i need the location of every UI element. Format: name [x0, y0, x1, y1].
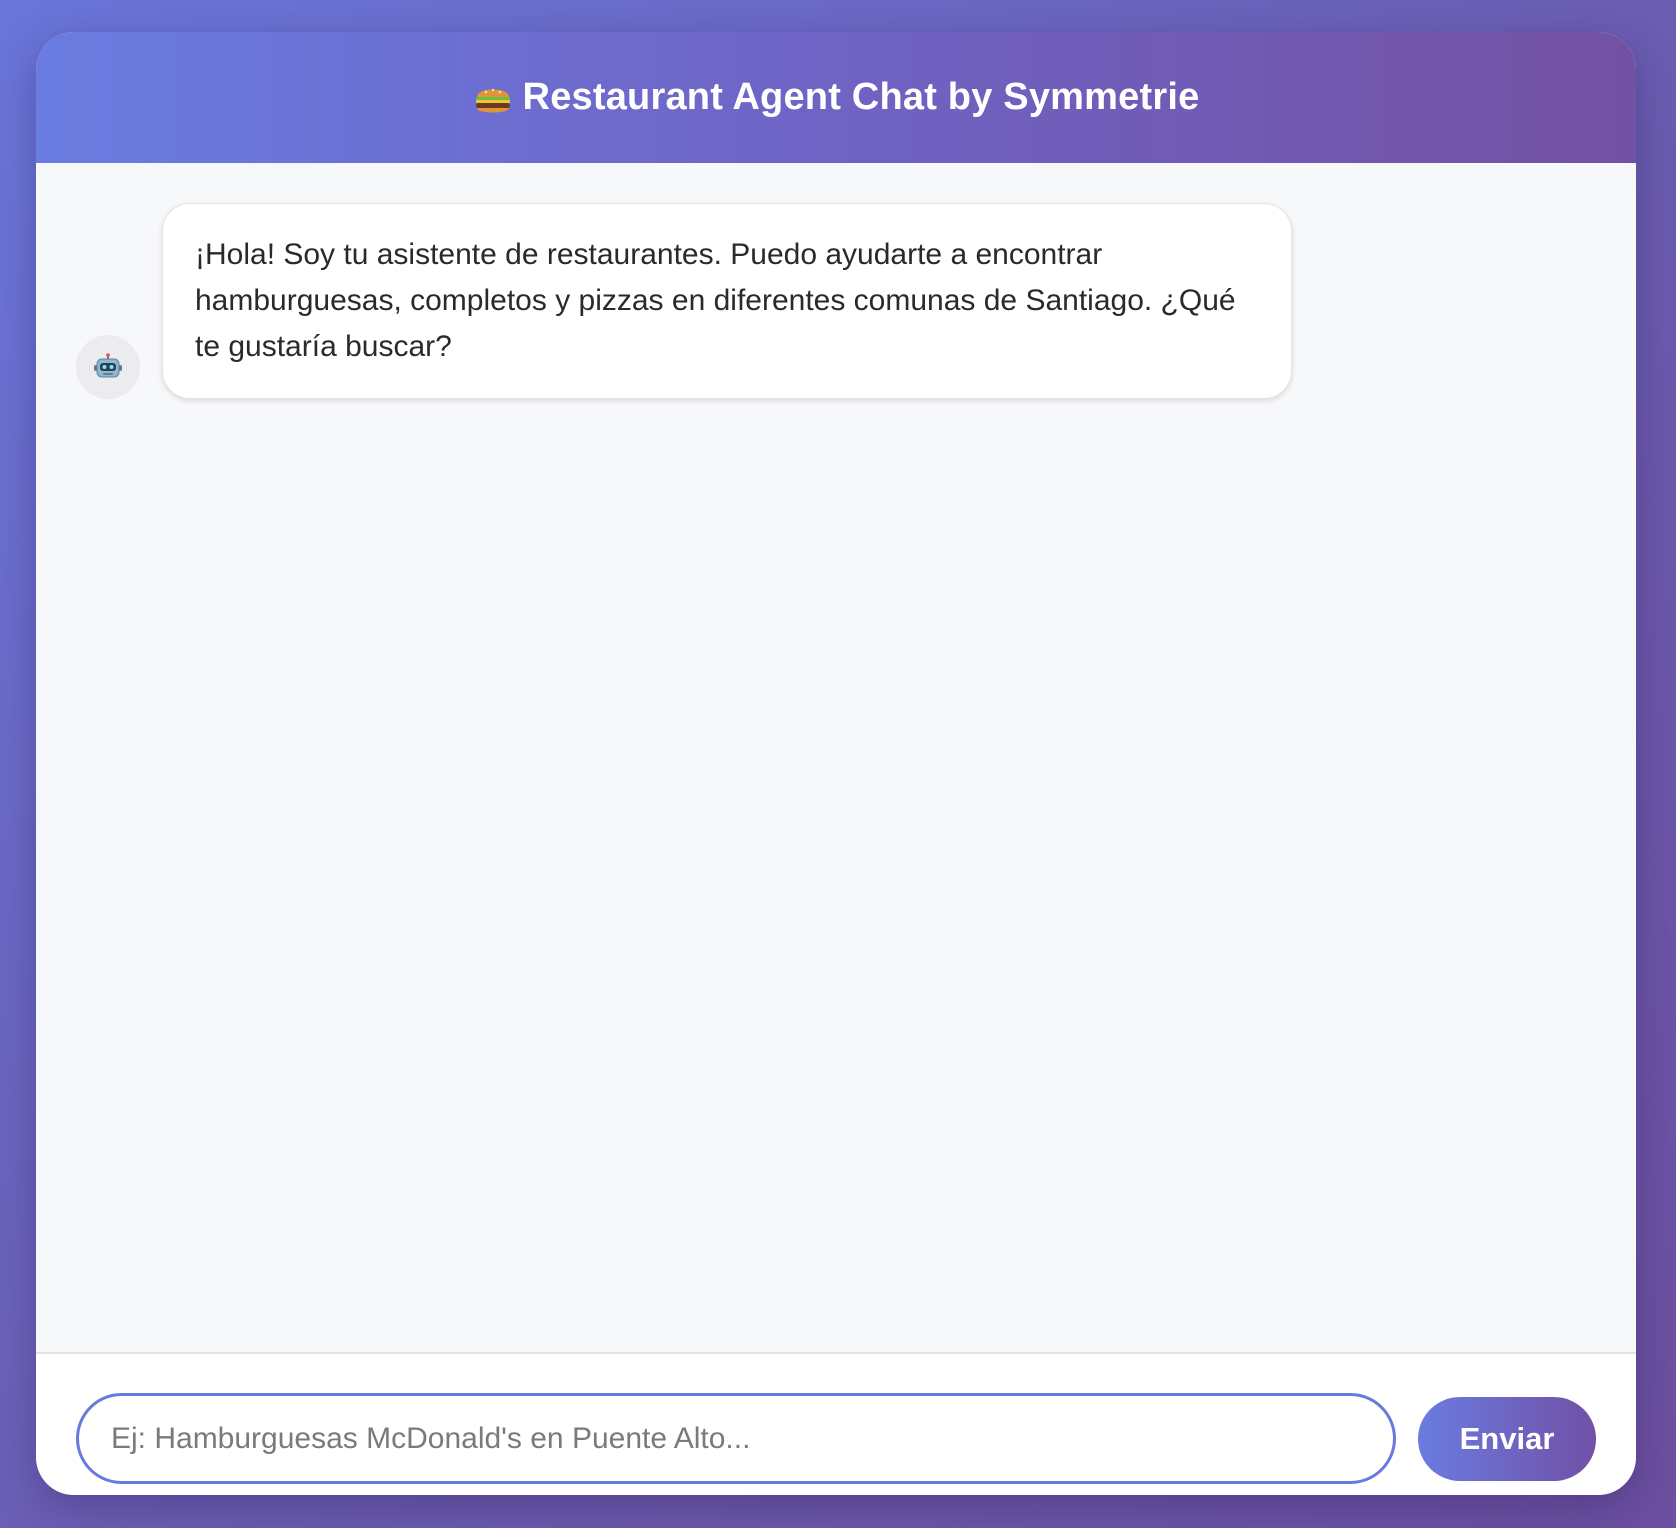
- message-input[interactable]: [76, 1393, 1396, 1484]
- composer-bar: Enviar: [36, 1352, 1636, 1495]
- chat-header: Restaurant Agent Chat by Symmetrie: [36, 32, 1636, 163]
- chat-title: Restaurant Agent Chat by Symmetrie: [522, 76, 1200, 118]
- bot-avatar: [76, 335, 140, 399]
- send-button[interactable]: Enviar: [1418, 1397, 1596, 1481]
- robot-icon: [93, 352, 123, 382]
- bot-message: ¡Hola! Soy tu asistente de restaurantes.…: [76, 203, 1292, 399]
- chat-window: Restaurant Agent Chat by Symmetrie ¡Hola…: [36, 32, 1636, 1495]
- message-list[interactable]: ¡Hola! Soy tu asistente de restaurantes.…: [36, 163, 1636, 1352]
- message-bubble: ¡Hola! Soy tu asistente de restaurantes.…: [162, 203, 1292, 399]
- hamburger-icon: [473, 81, 513, 115]
